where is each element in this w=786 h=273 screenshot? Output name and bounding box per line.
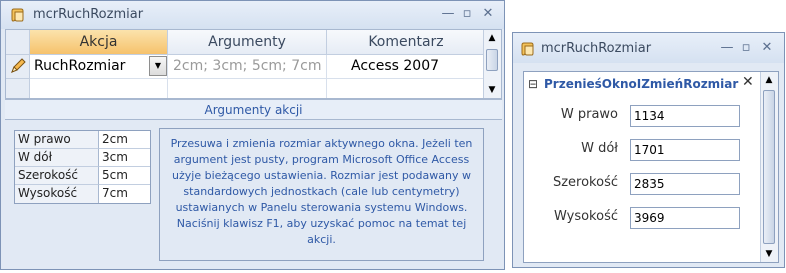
action-value: RuchRozmiar bbox=[34, 58, 126, 74]
field-input[interactable]: 2835 bbox=[630, 173, 740, 195]
close-button[interactable]: ✕ bbox=[758, 40, 776, 56]
action-subform: ⊟ PrzenieśOknoIZmieńRozmiar ✕ W prawo 113… bbox=[523, 71, 779, 263]
argument-row-height: Wysokość 7cm bbox=[15, 185, 150, 203]
field-input[interactable]: 1134 bbox=[630, 105, 740, 127]
arguments-cell[interactable]: 2cm; 3cm; 5cm; 7cm bbox=[168, 55, 327, 79]
macro-designer-window: mcrRuchRozmiar — ▫ ✕ Akcja Argumenty Kom… bbox=[0, 0, 505, 270]
close-icon[interactable]: ✕ bbox=[742, 74, 754, 90]
title-bar[interactable]: mcrRuchRozmiar — ▫ ✕ bbox=[513, 33, 784, 63]
argument-label: Wysokość bbox=[15, 185, 99, 203]
title-bar[interactable]: mcrRuchRozmiar — ▫ ✕ bbox=[1, 1, 504, 29]
argument-label: W prawo bbox=[15, 131, 99, 149]
comment-cell[interactable]: Access 2007 bbox=[327, 55, 486, 79]
action-dropdown-button[interactable]: ▼ bbox=[149, 56, 167, 76]
argument-row-width: Szerokość 5cm bbox=[15, 167, 150, 185]
macro-icon bbox=[11, 8, 24, 22]
chevron-down-icon: ▼ bbox=[154, 61, 162, 70]
column-header-arguments[interactable]: Argumenty bbox=[168, 30, 327, 55]
form-window: mcrRuchRozmiar — ▫ ✕ ⊟ PrzenieśOknoIZmień… bbox=[512, 32, 785, 268]
field-input[interactable]: 3969 bbox=[630, 207, 740, 229]
empty-arguments-cell[interactable] bbox=[168, 79, 327, 98]
field-label: Szerokość bbox=[552, 175, 618, 190]
row-selector-new[interactable] bbox=[6, 79, 30, 98]
argument-row-right: W prawo 2cm bbox=[15, 131, 150, 149]
maximize-button[interactable]: ▫ bbox=[458, 6, 476, 22]
collapse-icon[interactable]: ⊟ bbox=[528, 74, 538, 94]
scroll-up-arrow[interactable]: ▲ bbox=[761, 72, 777, 88]
column-header-comment[interactable]: Komentarz bbox=[327, 30, 486, 55]
scroll-thumb[interactable] bbox=[486, 49, 498, 71]
row-selector-current[interactable] bbox=[6, 55, 30, 79]
minimize-button[interactable]: — bbox=[718, 40, 736, 56]
field-input[interactable]: 1701 bbox=[630, 139, 740, 161]
help-text: Przesuwa i zmienia rozmiar aktywnego okn… bbox=[159, 128, 484, 261]
pencil-icon bbox=[11, 58, 26, 73]
close-button[interactable]: ✕ bbox=[479, 6, 497, 22]
arguments-table: W prawo 2cm W dół 3cm Szerokość 5cm Wyso… bbox=[14, 130, 151, 204]
argument-row-down: W dół 3cm bbox=[15, 149, 150, 167]
empty-action-cell[interactable] bbox=[30, 79, 168, 98]
subform-header: ⊟ PrzenieśOknoIZmieńRozmiar bbox=[528, 74, 760, 94]
subform-scrollbar[interactable]: ▲ ▼ bbox=[760, 72, 778, 262]
argument-value-input[interactable]: 7cm bbox=[99, 185, 150, 203]
action-cell[interactable]: RuchRozmiar ▼ bbox=[30, 55, 168, 79]
scroll-down-arrow[interactable]: ▼ bbox=[761, 246, 777, 262]
argument-label: W dół bbox=[15, 149, 99, 167]
scroll-up-arrow[interactable]: ▲ bbox=[484, 30, 500, 46]
arguments-section-title: Argumenty akcji bbox=[5, 99, 502, 120]
argument-value-input[interactable]: 3cm bbox=[99, 149, 150, 167]
scroll-down-arrow[interactable]: ▼ bbox=[484, 82, 500, 98]
subform-title: PrzenieśOknoIZmieńRozmiar bbox=[544, 77, 739, 91]
macro-icon bbox=[521, 42, 534, 56]
grid-corner bbox=[6, 30, 30, 55]
window-title: mcrRuchRozmiar bbox=[33, 7, 144, 22]
field-label: W dół bbox=[581, 141, 618, 156]
macro-grid: Akcja Argumenty Komentarz RuchRozmiar ▼ … bbox=[5, 29, 502, 99]
field-label: Wysokość bbox=[554, 209, 618, 224]
field-label: W prawo bbox=[560, 107, 618, 122]
window-title: mcrRuchRozmiar bbox=[541, 41, 652, 56]
grid-scrollbar[interactable]: ▲ ▼ bbox=[483, 30, 501, 98]
column-header-action[interactable]: Akcja bbox=[30, 30, 168, 55]
empty-comment-cell[interactable] bbox=[327, 79, 486, 98]
argument-value-input[interactable]: 5cm bbox=[99, 167, 150, 185]
argument-value-input[interactable]: 2cm bbox=[99, 131, 150, 149]
maximize-button[interactable]: ▫ bbox=[737, 40, 755, 56]
minimize-button[interactable]: — bbox=[439, 6, 457, 22]
argument-label: Szerokość bbox=[15, 167, 99, 185]
scroll-thumb[interactable] bbox=[763, 90, 775, 244]
